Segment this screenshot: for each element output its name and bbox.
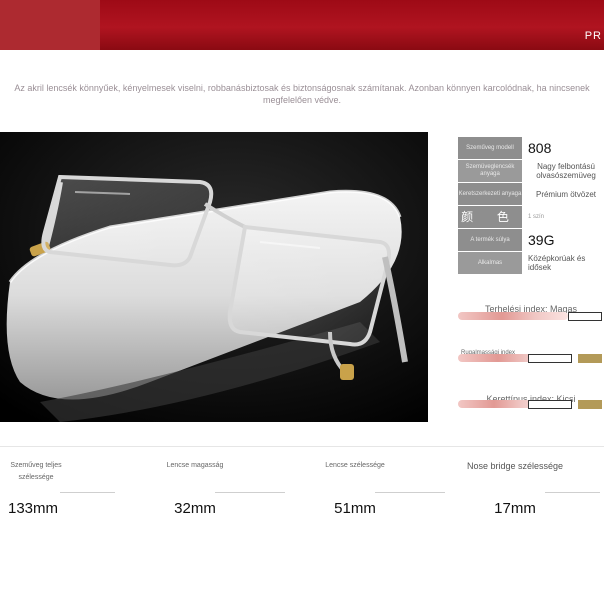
dim-value-lens-height: 32mm (174, 500, 216, 517)
top-banner: PR (0, 0, 604, 50)
spec-row-model: Szeműveg modell 808 (458, 137, 604, 159)
dim-label-lens-height: Lencse magasság (166, 462, 224, 469)
dim-label-lens-width: Lencse szélessége (325, 462, 385, 469)
dim-label-total-width: Szeműveg teljes szélessége (10, 462, 62, 481)
spec-value: Középkorúak és idősek (528, 254, 586, 272)
product-photo (0, 132, 428, 422)
dim-underline (60, 492, 115, 493)
dim-underline (215, 492, 285, 493)
dim-value-lens-width: 51mm (334, 500, 376, 517)
dim-underline (375, 492, 445, 493)
frame-type-index-bar (458, 400, 604, 409)
spec-value: 808 (528, 139, 552, 156)
banner-block (0, 0, 100, 50)
spec-value: Prémium ötvözet (535, 189, 597, 199)
spec-key: A termék súlya (458, 229, 522, 251)
spec-value: Nagy felbontású olvasószemüveg (536, 162, 596, 180)
spec-key: 颜 色 (458, 206, 522, 228)
banner-brand-text: PR (584, 30, 602, 42)
dim-value-total-width: 133mm (7, 500, 59, 517)
section-divider (0, 446, 604, 447)
spec-row-suitable: Alkalmas Középkorúak és idősek (458, 252, 604, 274)
elasticity-index-track (528, 354, 572, 363)
spec-key: Szeműveg modell (458, 137, 522, 159)
load-index-bar (458, 312, 604, 321)
dim-value-bridge-width: 17mm (494, 500, 536, 517)
load-index-track (568, 312, 602, 321)
intro-text: Az akril lencsék könnyűek, kényelmesek v… (14, 83, 590, 105)
spec-row-weight: A termék súlya 39G (458, 229, 604, 251)
spec-value: 1 szín (528, 213, 545, 220)
elasticity-index-bar (458, 354, 604, 363)
dim-underline (545, 492, 600, 493)
spec-row-color: 颜 色 1 szín (458, 206, 604, 228)
spec-key: Keretszerkezeti anyaga (458, 183, 522, 205)
spec-key: Alkalmas (458, 252, 522, 274)
frame-type-index-marker (578, 400, 602, 409)
glasses-illustration (0, 132, 428, 422)
elasticity-index-marker (578, 354, 602, 363)
spec-key: Szemüveglencsék anyaga (458, 160, 522, 182)
spec-value: 39G (528, 231, 555, 248)
spec-row-lens-material: Szemüveglencsék anyaga Nagy felbontású o… (458, 160, 604, 182)
frame-type-index-track (528, 400, 572, 409)
dim-label-bridge-width: Nose bridge szélessége (466, 461, 564, 471)
spec-row-frame-material: Keretszerkezeti anyaga Prémium ötvözet (458, 183, 604, 205)
